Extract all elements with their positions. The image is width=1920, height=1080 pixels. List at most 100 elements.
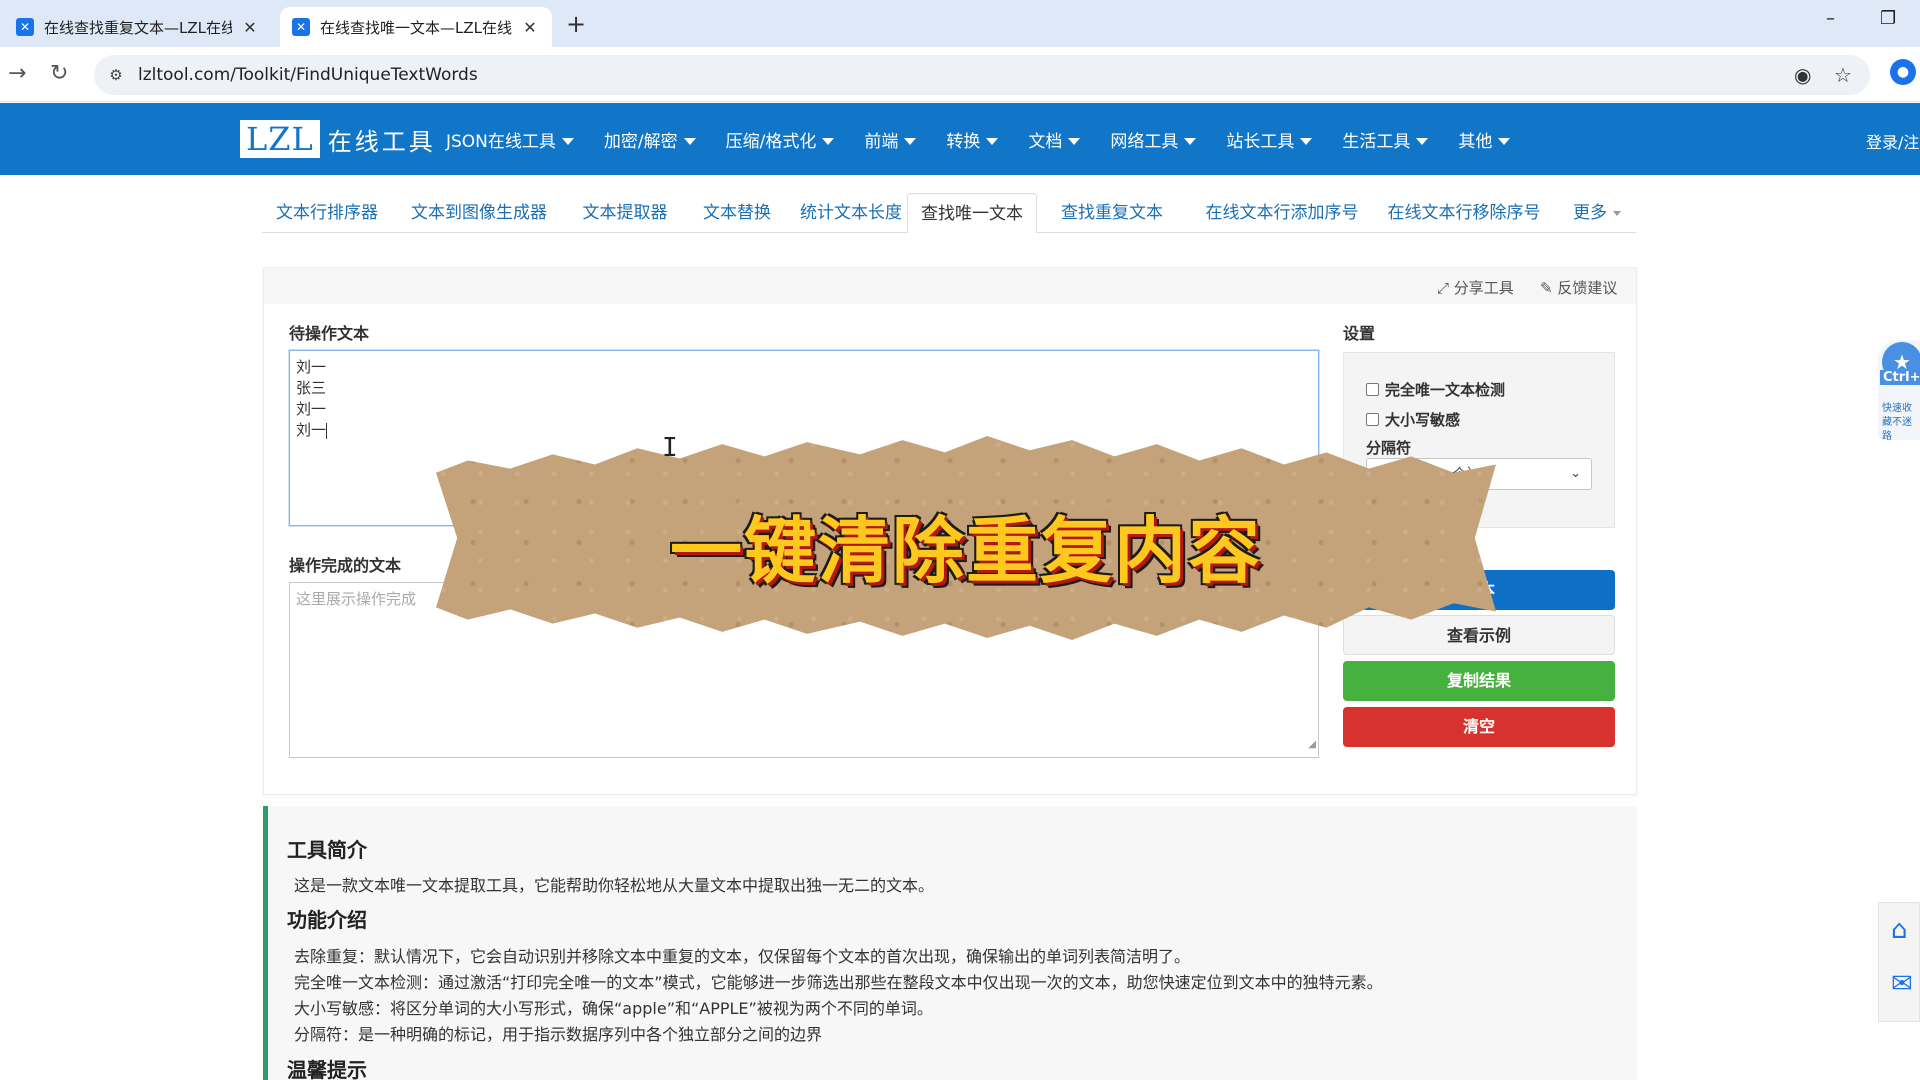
menu-item-label: JSON在线工具 [446,131,556,152]
panel-action-bar: ⤢ 分享工具 ✎ 反馈建议 [264,268,1636,304]
home-icon[interactable]: ⌂ [1891,915,1908,945]
chevron-down-icon: ⌄ [1570,466,1581,481]
menu-item-frontend[interactable]: 前端 [864,127,917,152]
browser-tab-find-duplicate[interactable]: ✕ 在线查找重复文本—LZL在线工 ✕ [4,7,272,47]
bookmark-star-icon[interactable]: ☆ [1834,63,1852,87]
menu-item-network[interactable]: 网络工具 [1110,127,1197,152]
url-text[interactable]: lzltool.com/Toolkit/FindUniqueTextWords [138,65,478,85]
dropdown-caret-icon [986,138,999,145]
menu-item-compress[interactable]: 压缩/格式化 [726,127,835,152]
subtab-line-sorter[interactable]: 文本行排序器 [262,193,392,233]
menu-item-json[interactable]: JSON在线工具 [446,127,574,152]
caption-text: 一键清除重复内容 [669,509,1262,593]
output-placeholder: 这里展示操作完成 [296,590,417,608]
subtab-more-label: 更多 [1573,203,1607,223]
case-sensitive-label: 大小写敏感 [1385,411,1461,429]
feature-item: 完全唯一文本检测：通过激活“打印完全唯一的文本”模式，它能够进一步筛选出那些在整… [294,973,1383,992]
input-line: 刘一 [296,358,327,376]
input-line: 刘一 [296,400,327,418]
menu-item-convert[interactable]: 转换 [946,127,999,152]
forward-arrow-icon[interactable]: → [8,61,26,86]
subtab-add-line-numbers[interactable]: 在线文本行添加序号 [1186,193,1378,233]
menu-item-life[interactable]: 生活工具 [1342,127,1429,152]
input-line: 张三 [296,379,327,397]
subtab-text-extractor[interactable]: 文本提取器 [570,193,680,233]
menu-item-label: 压缩/格式化 [725,131,817,152]
clear-button[interactable]: 清空 [1343,707,1615,747]
address-bar[interactable]: ⚙ lzltool.com/Toolkit/FindUniqueTextWord… [94,55,1870,95]
wechat-icon[interactable]: ✉ [1891,969,1913,999]
reload-icon[interactable]: ↻ [50,61,68,86]
browser-tab-title: 在线查找重复文本—LZL在线工 [44,18,232,37]
feature-item: 大小写敏感：将区分单词的大小写形式，确保“apple”和“APPLE”被视为两个… [294,999,933,1018]
settings-label: 设置 [1343,324,1376,343]
share-tool-label: 分享工具 [1453,279,1514,297]
intro-text: 这是一款文本唯一文本提取工具，它能帮助你轻松地从大量文本中提取出独一无二的文本。 [294,876,935,895]
restore-window-icon[interactable]: ❐ [1880,8,1896,29]
subtab-find-duplicate[interactable]: 查找重复文本 [1047,193,1177,233]
site-logo[interactable]: LZL 在线工具 [240,120,436,158]
text-cursor-ibeam-icon: I [662,433,678,463]
tools-favicon-icon: ✕ [292,18,310,36]
browser-tab-title: 在线查找唯一文本—LZL在线工 [320,18,512,37]
feature-item: 分隔符：是一种明确的标记，用于指示数据序列中各个独立部分之间的边界 [294,1025,823,1044]
menu-item-label: 前端 [864,131,899,152]
close-tab-icon[interactable]: ✕ [520,18,540,37]
unique-detection-checkbox[interactable] [1366,383,1379,396]
menu-item-docs[interactable]: 文档 [1028,127,1081,152]
unique-detection-label: 完全唯一文本检测 [1385,381,1506,399]
dropdown-caret-icon [822,138,835,145]
site-settings-icon[interactable]: ⚙ [104,63,128,87]
bookmark-reminder-widget[interactable]: ★ Ctrl+ 快速收藏不迷路 [1878,340,1920,442]
text-caret [326,422,328,439]
dropdown-caret-icon [1613,210,1621,216]
features-heading: 功能介绍 [287,908,367,932]
input-line-text: 刘一 [296,421,327,439]
dropdown-caret-icon [1184,138,1197,145]
feedback-link[interactable]: ✎ 反馈建议 [1540,277,1617,298]
dropdown-caret-icon [561,138,574,145]
subtab-text-to-image[interactable]: 文本到图像生成器 [404,193,554,233]
bookmark-reminder-text: 快速收藏不迷路 [1882,403,1912,442]
browser-tab-find-unique[interactable]: ✕ 在线查找唯一文本—LZL在线工 ✕ [280,7,552,47]
input-label: 待操作文本 [289,324,370,343]
menu-item-webmaster[interactable]: 站长工具 [1226,127,1313,152]
share-tool-link[interactable]: ⤢ 分享工具 [1437,277,1514,298]
share-icon: ⤢ [1437,279,1454,297]
menu-item-crypto[interactable]: 加密/解密 [604,127,696,152]
dropdown-caret-icon [1300,138,1313,145]
case-sensitive-checkbox[interactable] [1366,413,1379,426]
feature-item: 去除重复：默认情况下，它会自动识别并移除文本中重复的文本，仅保留每个文本的首次出… [294,947,1191,966]
bookmark-shortcut-label: Ctrl+ [1880,370,1920,385]
close-tab-icon[interactable]: ✕ [240,18,260,37]
eye-off-icon[interactable]: ◉ [1794,63,1811,87]
menu-item-label: 站长工具 [1226,131,1295,152]
resize-grip-icon[interactable]: ◢ [1308,734,1316,755]
menu-item-label: 加密/解密 [603,131,678,152]
minimize-window-icon[interactable]: – [1826,8,1835,29]
login-link[interactable]: 登录/注 [1866,129,1919,153]
copy-result-button[interactable]: 复制结果 [1343,661,1615,701]
dropdown-caret-icon [904,138,917,145]
subtab-text-replace[interactable]: 文本替换 [692,193,782,233]
view-example-button[interactable]: 查看示例 [1343,615,1615,655]
subtab-remove-line-numbers[interactable]: 在线文本行移除序号 [1368,193,1560,233]
floating-sidebar: ⌂ ✉ [1878,902,1920,1022]
logo-text: 在线工具 [327,127,436,156]
output-label: 操作完成的文本 [289,556,402,575]
browser-toolbar: → ↻ ⚙ lzltool.com/Toolkit/FindUniqueText… [0,47,1920,102]
main-menu: JSON在线工具 加密/解密 压缩/格式化 前端 转换 文档 网络工具 站长工具… [446,103,1540,175]
menu-item-other[interactable]: 其他 [1458,127,1511,152]
unique-detection-option[interactable]: 完全唯一文本检测 [1366,379,1505,400]
tool-subtabs: 文本行排序器 文本到图像生成器 文本提取器 文本替换 统计文本长度 查找唯一文本… [262,193,1636,233]
subtab-text-length[interactable]: 统计文本长度 [786,193,916,233]
profile-avatar-icon[interactable]: ● [1890,59,1916,85]
dropdown-caret-icon [683,138,696,145]
subtab-find-unique[interactable]: 查找唯一文本 [907,193,1037,233]
case-sensitive-option[interactable]: 大小写敏感 [1366,409,1460,430]
new-tab-button[interactable]: + [566,10,586,38]
subtab-more[interactable]: 更多 [1562,193,1632,233]
feedback-label: 反馈建议 [1557,279,1618,297]
tips-heading: 温馨提示 [287,1058,367,1080]
input-line-last: 刘一 [296,420,1312,441]
